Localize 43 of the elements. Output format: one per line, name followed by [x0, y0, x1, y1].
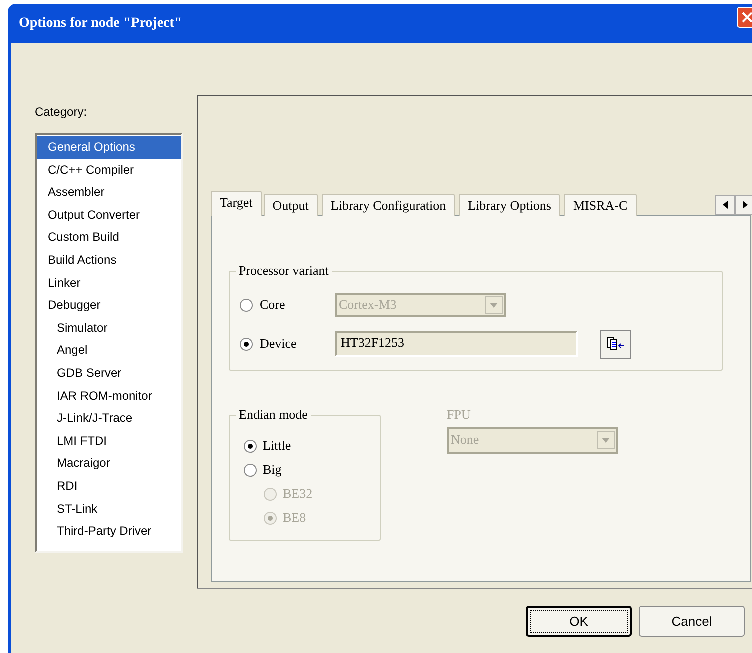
category-item[interactable]: Debugger: [37, 294, 181, 317]
dialog-button[interactable]: OK: [526, 606, 632, 637]
category-item[interactable]: Linker: [37, 272, 181, 294]
radio-button[interactable]: [240, 338, 253, 350]
category-item[interactable]: Third-Party Driver: [37, 520, 181, 543]
radio-button[interactable]: [244, 440, 257, 452]
radio-label: Big: [263, 461, 282, 480]
close-button[interactable]: [737, 7, 752, 28]
category-item[interactable]: Assembler: [37, 181, 181, 204]
device-browse-button[interactable]: [600, 330, 631, 358]
tab[interactable]: MISRA-C: [564, 194, 637, 216]
tab[interactable]: Target: [211, 191, 262, 216]
category-item[interactable]: Angel: [37, 339, 181, 362]
tab[interactable]: Output: [264, 194, 318, 216]
category-item[interactable]: C/C++ Compiler: [37, 158, 181, 182]
category-item[interactable]: Custom Build: [37, 226, 181, 249]
category-item[interactable]: RDI: [37, 474, 181, 498]
category-item[interactable]: Output Converter: [37, 204, 181, 226]
list-arrow-icon: [606, 337, 624, 351]
category-item[interactable]: Macraigor: [37, 452, 181, 475]
category-item[interactable]: Simulator: [37, 316, 181, 340]
scroll-left-icon[interactable]: [715, 195, 735, 215]
device-field[interactable]: HT32F1253: [335, 331, 578, 357]
window-title: Options for node "Project": [19, 15, 182, 33]
category-item[interactable]: GDB Server: [37, 362, 181, 385]
category-item[interactable]: J-Link/J-Trace: [37, 407, 181, 430]
radio-label: Little: [263, 437, 292, 456]
scroll-right-icon[interactable]: [735, 195, 752, 215]
tab[interactable]: Library Configuration: [322, 194, 456, 216]
radio-label: Device: [260, 335, 298, 354]
radio-label: Core: [260, 296, 286, 314]
category-item[interactable]: Build Actions: [37, 248, 181, 272]
radio-label: BE8: [283, 509, 306, 528]
category-item[interactable]: LMI FTDI: [37, 430, 181, 452]
category-item[interactable]: General Options: [37, 136, 181, 159]
tab[interactable]: Library Options: [459, 194, 560, 216]
category-item[interactable]: ST-Link: [37, 498, 181, 520]
radio-button[interactable]: [244, 464, 257, 476]
category-item[interactable]: IAR ROM-monitor: [37, 384, 181, 408]
radio-label: BE32: [283, 485, 313, 504]
fpu-label: FPU: [447, 406, 472, 424]
category-label: Category:: [35, 104, 88, 121]
dialog-button[interactable]: Cancel: [639, 606, 745, 637]
